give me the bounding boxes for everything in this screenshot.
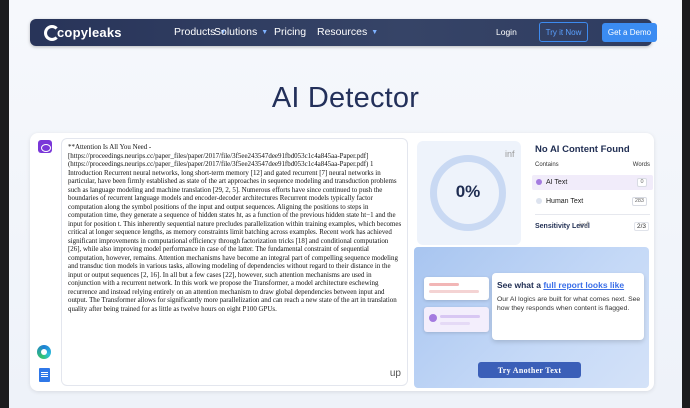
full-report-link[interactable]: full report looks like xyxy=(543,280,624,290)
logo-c-icon xyxy=(44,24,60,41)
divider xyxy=(535,214,650,215)
window-frame-right xyxy=(682,0,690,408)
results-row-human: Human Text 283 xyxy=(532,194,653,209)
google-docs-icon[interactable] xyxy=(39,368,50,382)
human-text-label: Human Text xyxy=(546,197,584,205)
chevron-down-icon: ▼ xyxy=(371,28,379,36)
results-row-ai: AI Text 0 xyxy=(532,175,653,190)
ai-dot-icon xyxy=(536,179,542,185)
human-dot-icon xyxy=(536,198,542,204)
try-it-now-button[interactable]: Try it Now xyxy=(539,22,588,42)
page: copyleaks Products ▼ Solutions ▼ Pricing… xyxy=(9,0,682,408)
side-toolbar xyxy=(30,133,60,391)
gauge-ring: 0% xyxy=(430,155,506,231)
promo-illustration-card xyxy=(424,277,489,300)
try-another-text-button[interactable]: Try Another Text xyxy=(478,362,581,378)
text-input-area[interactable]: **Attention Is All You Need - [https://p… xyxy=(61,138,408,386)
nav-pricing-label: Pricing xyxy=(274,26,307,38)
results-panel: No AI Content Found Contains Words AI Te… xyxy=(524,141,654,245)
edge-browser-icon[interactable] xyxy=(37,345,51,359)
promo-text-card: See what a full report looks like Our AI… xyxy=(492,273,644,340)
get-demo-button[interactable]: Get a Demo xyxy=(602,23,657,42)
nav-products-label: Products xyxy=(174,26,216,38)
nav-resources[interactable]: Resources ▼ xyxy=(317,26,378,38)
promo-illustration-card xyxy=(424,307,489,332)
top-nav: copyleaks Products ▼ Solutions ▼ Pricing… xyxy=(30,19,657,46)
human-word-count: 283 xyxy=(631,197,647,206)
chevron-down-icon: ▼ xyxy=(261,28,269,36)
nav-pricing[interactable]: Pricing xyxy=(274,26,306,38)
col-words: Words xyxy=(632,162,650,168)
input-text[interactable]: **Attention Is All You Need - [https://p… xyxy=(68,143,403,313)
eye-icon[interactable] xyxy=(38,140,52,153)
report-promo: See what a full report looks like Our AI… xyxy=(414,247,649,388)
upload-label[interactable]: up xyxy=(390,368,401,379)
login-link[interactable]: Login xyxy=(496,27,517,37)
ai-text-label: AI Text xyxy=(546,178,568,186)
window-frame-left xyxy=(0,0,9,408)
logo-text: copyleaks xyxy=(57,25,122,40)
ai-score-gauge: inf 0% xyxy=(417,141,521,245)
detector-card: **Attention Is All You Need - [https://p… xyxy=(30,133,654,391)
promo-heading: See what a full report looks like xyxy=(497,280,624,290)
gauge-corner-label: inf xyxy=(505,149,515,159)
results-title: No AI Content Found xyxy=(535,144,630,155)
copyleaks-logo[interactable]: copyleaks xyxy=(44,24,122,41)
promo-body: Our AI logics are built for what comes n… xyxy=(497,296,641,312)
sensitivity-inf: inf xyxy=(579,220,589,230)
gauge-percent: 0% xyxy=(455,182,481,201)
promo-heading-prefix: See what a xyxy=(497,280,544,290)
nav-solutions-label: Solutions xyxy=(214,26,258,38)
col-contains: Contains xyxy=(535,162,559,168)
page-title: AI Detector xyxy=(271,82,420,114)
sensitivity-value[interactable]: 2/3 xyxy=(633,222,649,231)
ai-word-count: 0 xyxy=(637,178,647,187)
results-header: Contains Words xyxy=(535,162,650,168)
nav-resources-label: Resources xyxy=(317,26,368,38)
nav-solutions[interactable]: Solutions ▼ xyxy=(214,26,268,38)
